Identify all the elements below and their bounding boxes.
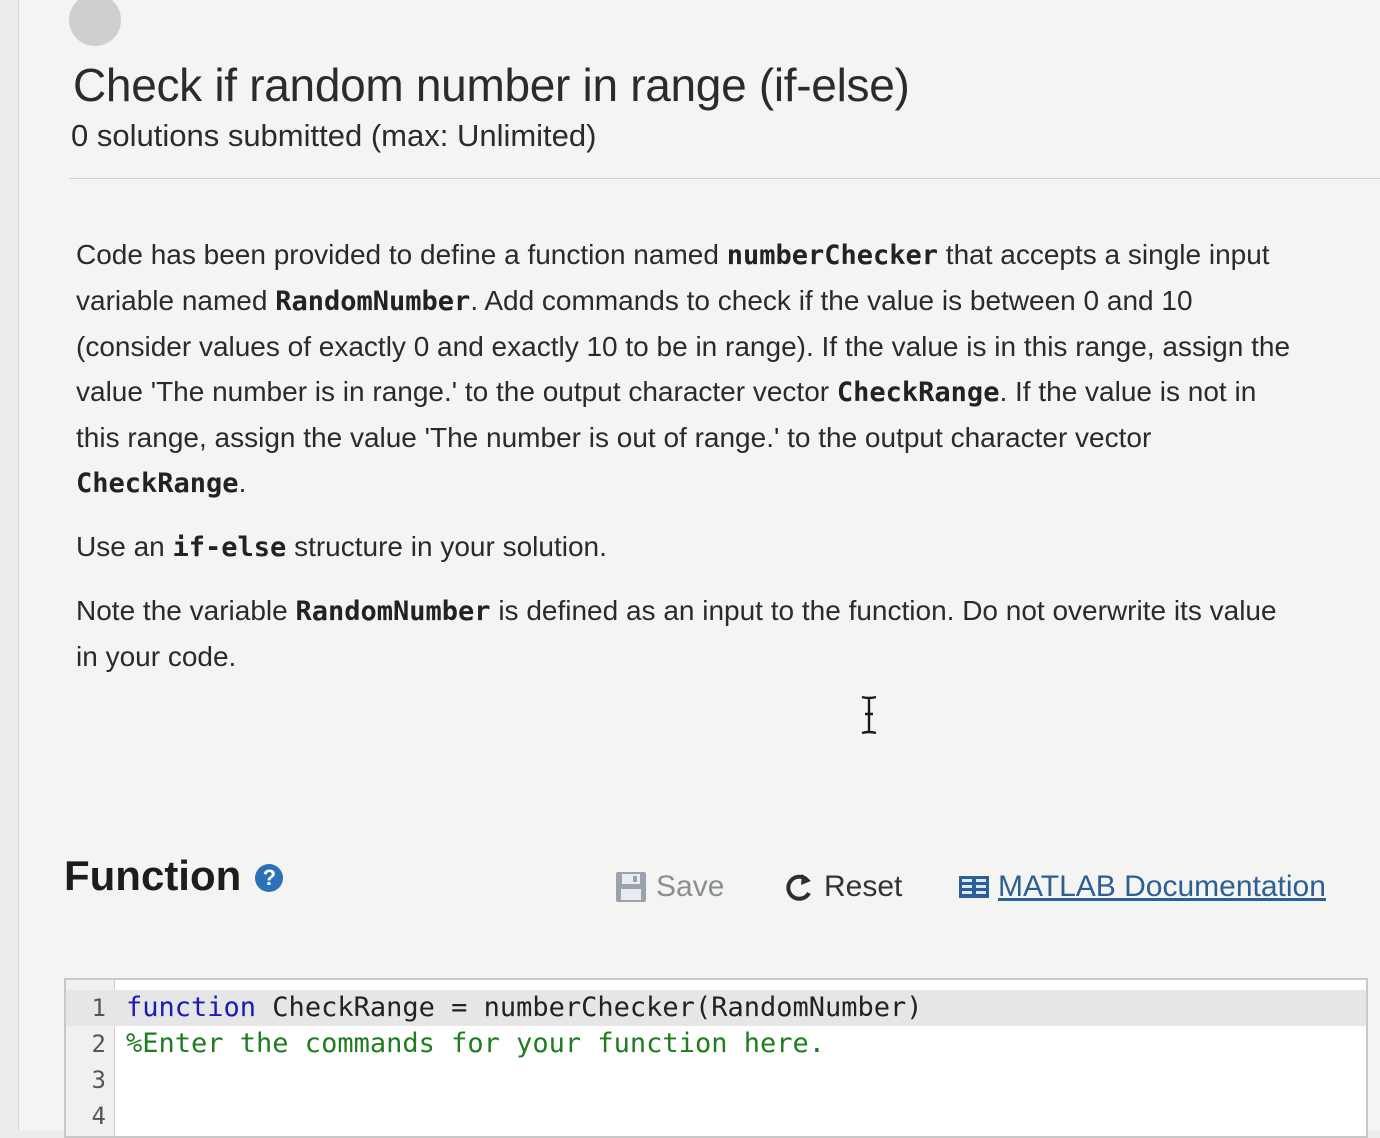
text-cursor-icon (861, 695, 877, 735)
inline-code: CheckRange (76, 468, 239, 499)
line-number: 1 (91, 994, 106, 1022)
function-heading-label: Function (64, 852, 242, 899)
description-paragraph-2: Use an if-else structure in your solutio… (76, 524, 1306, 570)
code-keyword: function (126, 992, 257, 1023)
description-text: Use an (76, 531, 173, 562)
line-number: 4 (91, 1102, 106, 1130)
page-container: Check if random number in range (if-else… (18, 0, 1380, 1131)
matlab-documentation-link[interactable]: MATLAB Documentation (958, 870, 1326, 904)
problem-description: Code has been provided to define a funct… (76, 232, 1306, 697)
description-paragraph-3: Note the variable RandomNumber is define… (76, 588, 1306, 679)
floppy-disk-icon (616, 872, 646, 902)
description-text: Note the variable (76, 595, 296, 626)
page-title: Check if random number in range (if-else… (73, 59, 910, 111)
submission-count: 0 solutions submitted (max: Unlimited) (71, 118, 597, 153)
avatar (69, 0, 121, 46)
function-heading: Function ? (64, 852, 284, 900)
inline-code: if-else (172, 532, 287, 563)
description-text: . (238, 467, 247, 498)
inline-code: RandomNumber (295, 596, 491, 627)
save-button[interactable]: Save (614, 870, 724, 904)
matlab-documentation-label: MATLAB Documentation (998, 870, 1326, 903)
line-number: 3 (91, 1066, 106, 1094)
code-line[interactable]: 1 function CheckRange = numberChecker(Ran… (66, 990, 1366, 1026)
inline-code: RandomNumber (275, 286, 471, 317)
code-comment: %Enter the commands for your function he… (126, 1028, 825, 1059)
book-icon (959, 876, 989, 898)
description-text: structure in your solution. (286, 531, 607, 562)
inline-code: numberChecker (726, 240, 939, 271)
code-line[interactable]: 4 (66, 1098, 1366, 1134)
reset-label: Reset (824, 870, 903, 903)
save-label: Save (656, 870, 725, 903)
line-number: 2 (91, 1030, 106, 1058)
reset-arrow-icon (786, 874, 811, 901)
code-token: CheckRange = numberChecker(RandomNumber) (256, 992, 923, 1023)
description-text: Code has been provided to define a funct… (76, 239, 727, 270)
description-paragraph-1: Code has been provided to define a funct… (76, 232, 1306, 506)
code-line[interactable]: 2 %Enter the commands for your function h… (66, 1026, 1366, 1062)
code-line[interactable]: 3 (66, 1062, 1366, 1098)
inline-code: CheckRange (836, 377, 1000, 408)
code-editor[interactable]: 1 function CheckRange = numberChecker(Ran… (64, 978, 1368, 1138)
question-circle-icon[interactable]: ? (255, 864, 284, 892)
header-divider (69, 178, 1380, 179)
code-text[interactable]: function CheckRange = numberChecker(Rand… (126, 990, 923, 1026)
reset-button[interactable]: Reset (782, 870, 902, 904)
code-text[interactable]: %Enter the commands for your function he… (126, 1026, 825, 1062)
